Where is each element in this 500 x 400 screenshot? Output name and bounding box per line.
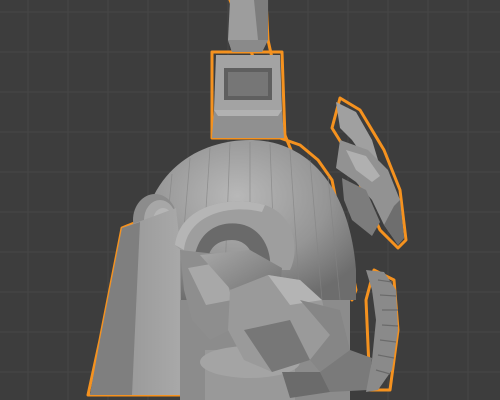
neck-block [212, 55, 284, 138]
cape-panel [90, 208, 182, 395]
selected-mesh-object[interactable] [86, 0, 408, 400]
viewport-canvas[interactable] [0, 0, 500, 400]
top-stalk [228, 0, 268, 52]
3d-viewport[interactable] [0, 0, 500, 400]
